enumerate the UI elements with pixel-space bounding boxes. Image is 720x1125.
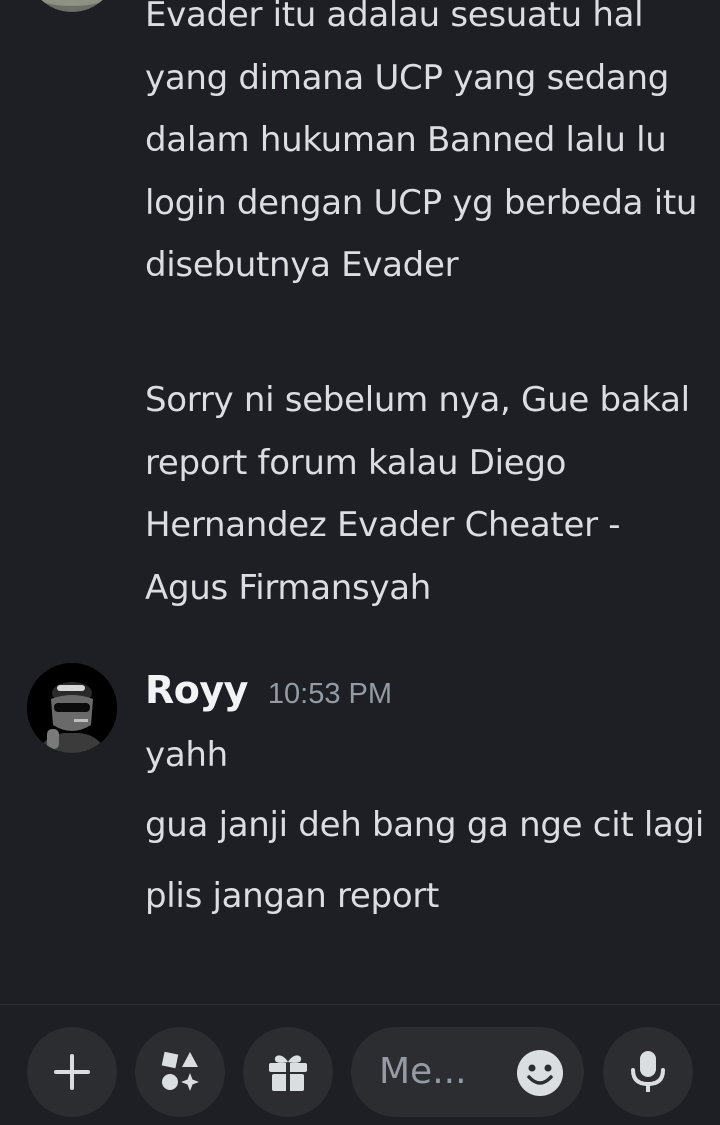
chat-messages: Evader itu adalau sesuatu hal yang diman…	[0, 0, 720, 1004]
message-item[interactable]: Sorry ni sebelum nya, Gue bakal report f…	[145, 369, 705, 619]
message-text[interactable]: gua janji deh bang ga nge cit lagi	[145, 794, 705, 857]
avatar-photo	[27, 663, 117, 753]
apps-icon	[161, 1051, 199, 1091]
avatar[interactable]	[27, 0, 117, 12]
message-group: yahh gua janji deh bang ga nge cit lagi …	[145, 724, 705, 927]
voice-message-button[interactable]	[603, 1027, 693, 1117]
message-input[interactable]: Me...	[351, 1027, 584, 1117]
timestamp: 10:53 PM	[267, 678, 393, 710]
message-text[interactable]: plis jangan report	[145, 865, 705, 927]
message-text: Evader itu adalau sesuatu hal yang diman…	[145, 0, 698, 285]
message-item[interactable]: Evader itu adalau sesuatu hal yang diman…	[145, 0, 705, 297]
emoji-icon[interactable]	[516, 1049, 564, 1097]
plus-icon	[54, 1054, 90, 1090]
gift-icon	[269, 1055, 307, 1091]
microphone-icon	[631, 1051, 665, 1092]
add-button[interactable]	[27, 1027, 117, 1117]
gift-button[interactable]	[243, 1027, 333, 1117]
message-composer: Me...	[0, 1004, 720, 1125]
avatar[interactable]	[27, 663, 117, 753]
message-input-placeholder: Me...	[379, 1051, 467, 1092]
message-text: Sorry ni sebelum nya, Gue bakal report f…	[145, 380, 690, 608]
apps-button[interactable]	[135, 1027, 225, 1117]
username[interactable]: Royy	[145, 668, 248, 712]
message-text[interactable]: yahh	[145, 724, 705, 786]
message-header: Royy 10:53 PM	[145, 668, 392, 724]
